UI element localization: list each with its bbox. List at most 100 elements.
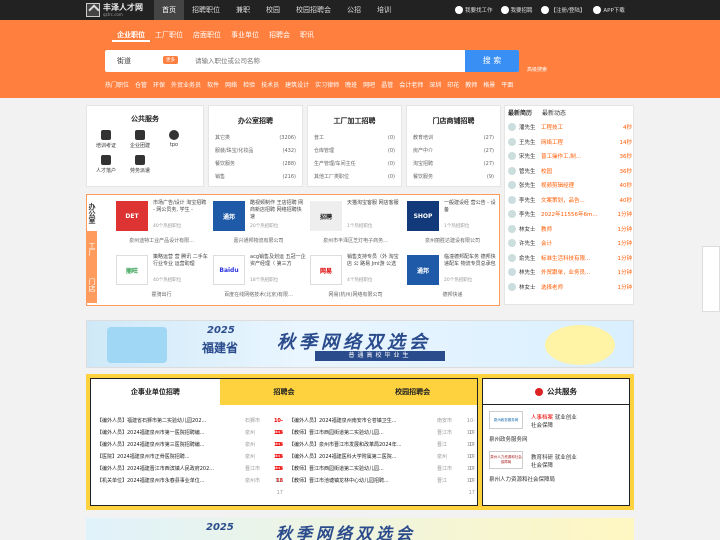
job-category-row[interactable]: 仓库管理 (0) (308, 145, 401, 158)
nav-jobs[interactable]: 招聘职位 (184, 0, 228, 20)
company-card[interactable]: DET 市场广告/设计 淘宝招聘 - 网公员务, 学生 - 40个热招职位 泉州… (113, 197, 210, 249)
job-category-row[interactable]: 餐饮服务 (9) (407, 171, 500, 184)
list-item[interactable]: 【机关单位】2024福建泉州市永春县事业单位... 泉州市 10-17 (97, 475, 283, 496)
tab-latest-resumes[interactable]: 最新简历 (508, 108, 532, 117)
recruit-link[interactable]: 我要招聘 (500, 6, 533, 14)
public-service-item[interactable]: 泉州政务服务网 人事档案 就业创业 社会保障 泉州政务服务网 (489, 411, 625, 445)
tab-store-jobs[interactable]: 店面职位 (188, 30, 226, 42)
nav-parttime[interactable]: 兼职 (228, 0, 258, 20)
list-item[interactable]: 【教师】晋江市池塘镇龙林中心幼儿园招聘... 晋江 10-17 (289, 475, 475, 496)
nav-training[interactable]: 培训 (369, 0, 399, 20)
search-button[interactable]: 搜 索 (465, 50, 519, 72)
list-item[interactable]: 【编外人员】2024福建泉州市第一医院招聘编... 泉州 10-18 (97, 427, 283, 448)
service-tpo[interactable]: tpo (157, 130, 191, 149)
vtab-office[interactable]: 办公室 (87, 195, 97, 231)
list-item[interactable]: 【编外人员】2024福建晋江市西滨镇人民政府202... 晋江市 10-18 (97, 463, 283, 484)
company-card[interactable]: 招聘 天猫淘宝客服 网店客服 1个热招职位 泉州市丰泽区芝灯电子商务... (307, 197, 404, 249)
bottom-banner[interactable]: 2025 秋季网络双选会 (86, 518, 634, 540)
resume-row[interactable]: 林女士 教师 1分钟 (508, 222, 632, 237)
public-service-item[interactable]: 泉州人力资源和社会保障局 教育科研 就业创业 社会保障 泉州人力资源和社会保障局 (489, 451, 625, 485)
company-card[interactable]: 通邦 临潼德邦配车务 德邦快递配车 物流专员总承包 20个热招职位 德邦快递 (404, 251, 501, 303)
tab-job-fair[interactable]: 招聘会 (264, 30, 295, 42)
login-link[interactable]: 【注册/登陆】 (540, 6, 585, 14)
resume-row[interactable]: 管先生 校园 36秒 (508, 164, 632, 179)
hot-keyword[interactable]: 检验 (243, 80, 255, 89)
find-job-link[interactable]: 我要找工作 (455, 6, 493, 14)
tab-news[interactable]: 职讯 (295, 30, 319, 42)
company-card[interactable]: SHOP 一般建设经 营公告 - 设备 1个热招职位 泉州丽胜达建设有限公司 (404, 197, 501, 249)
nav-home[interactable]: 首页 (154, 0, 184, 20)
hot-keyword[interactable]: 外贸业务员 (171, 80, 201, 89)
list-item[interactable]: 【编外人员】福建省石狮市第二实验幼儿园202... 石狮市 10-18 (97, 415, 283, 436)
job-category-row[interactable]: 餐饮服务 (288) (209, 158, 302, 171)
job-category-row[interactable]: 教育培训 (27) (407, 132, 500, 145)
list-item[interactable]: 【编外人员】2024福建泉州南安市仑苍镇卫生... 南安市 10-17 (289, 415, 475, 436)
resume-row[interactable]: 宋先生 普工操作工,制... 36秒 (508, 149, 632, 164)
list-item[interactable]: 【编外人员】泉州市晋江市发展和改革局2024年... 晋江 10-17 (289, 439, 475, 460)
tab-public-institution[interactable]: 事业单位 (226, 30, 264, 42)
job-category-row[interactable]: 销售 (216) (209, 171, 302, 184)
tab-campus-fairs[interactable]: 校园招聘会 (348, 379, 478, 405)
resume-row[interactable]: 俞先生 标准生活科技有限... 1分钟 (508, 251, 632, 266)
city-select[interactable]: 街道 (117, 56, 131, 66)
service-team[interactable]: 企业团建 (123, 130, 157, 149)
tab-institution-jobs[interactable]: 企事业单位招聘 (91, 379, 220, 405)
hot-keyword[interactable]: 网络 (225, 80, 237, 89)
resume-row[interactable]: 李先生 文案策划，品告... 40秒 (508, 193, 632, 208)
resume-row[interactable]: 林女士 选择老师 1分钟 (508, 280, 632, 295)
app-download-link[interactable]: APP下载 (593, 6, 625, 14)
hot-keyword[interactable]: 软件 (207, 80, 219, 89)
hot-keyword[interactable]: 会计老师 (399, 80, 423, 89)
resume-row[interactable]: 王先生 网络工程 14秒 (508, 135, 632, 150)
hot-keyword[interactable]: 晶管 (381, 80, 393, 89)
hot-keyword[interactable]: 仓管 (135, 80, 147, 89)
company-card[interactable]: 网易 销售支持专员（外 淘宝店 公 路易 Jmi游 公选 4个热招职位 网易(杭… (307, 251, 404, 303)
site-logo[interactable]: 丰泽人才网 qztrc.com (86, 2, 143, 18)
hot-keyword[interactable]: 格景 (483, 80, 495, 89)
job-category-row[interactable]: 房产中介 (27) (407, 145, 500, 158)
job-category-row[interactable]: 淘宝招聘 (27) (407, 158, 500, 171)
tab-job-fairs[interactable]: 招聘会 (219, 379, 349, 405)
hot-keyword[interactable]: 平面 (501, 80, 513, 89)
hot-keyword[interactable]: 印花 (447, 80, 459, 89)
tab-enterprise-jobs[interactable]: 企业职位 (112, 30, 150, 42)
company-card[interactable]: 通邦 酷视频制作 王店招聘 网商新店招聘 网络招聘快速 20个热招职位 嘉兴通邦… (210, 197, 307, 249)
hot-keyword[interactable]: 建筑设计 (285, 80, 309, 89)
job-category-row[interactable]: 普工 (0) (308, 132, 401, 145)
hot-keyword[interactable]: 技术员 (261, 80, 279, 89)
search-input[interactable] (195, 53, 465, 69)
hot-keyword[interactable]: 深圳 (429, 80, 441, 89)
more-badge[interactable]: 更多 (163, 56, 178, 64)
list-item[interactable]: 【教师】晋江市西园街道第二实验幼儿园... 晋江市 10-17 (289, 463, 475, 484)
advanced-search-link[interactable]: 高级搜索 (527, 66, 547, 73)
job-category-row[interactable]: 服装/珠宝/化妆品 (432) (209, 145, 302, 158)
vtab-store[interactable]: 门店 (87, 267, 97, 303)
company-card[interactable]: Baidu acg销售及划运 五冠一企 资产经理（ 第三方 18个热招职位 百度… (210, 251, 307, 303)
tab-factory-jobs[interactable]: 工厂职位 (150, 30, 188, 42)
hot-keyword[interactable]: 晚班 (345, 80, 357, 89)
service-training[interactable]: 培训考证 (89, 130, 123, 149)
nav-campus[interactable]: 校园 (258, 0, 288, 20)
hot-keyword[interactable]: 热门职位 (105, 80, 129, 89)
hot-keyword[interactable]: 教师 (465, 80, 477, 89)
hot-keyword[interactable]: 环保 (153, 80, 165, 89)
hot-keyword[interactable]: 实习律师 (315, 80, 339, 89)
job-fair-banner[interactable]: 2025 福建省 秋季网络双选会 普通高校毕业生 (86, 320, 634, 368)
nav-public[interactable]: 公招 (339, 0, 369, 20)
nav-campus-fair[interactable]: 校园招聘会 (288, 0, 339, 20)
list-item[interactable]: 【编外人员】2024福建泉州市第三医院招聘编... 泉州 10-18 (97, 439, 283, 460)
service-dispatch[interactable]: 劳务派遣 (123, 155, 157, 174)
resume-row[interactable]: 潘先生 工程技工 4秒 (508, 120, 632, 135)
tab-latest-news[interactable]: 最新动态 (542, 108, 566, 117)
floating-sidebar[interactable] (702, 246, 720, 312)
vtab-factory[interactable]: 工厂 (87, 231, 97, 267)
resume-row[interactable]: 许先生 会计 1分钟 (508, 236, 632, 251)
resume-row[interactable]: 张先生 视频剪辑经理 40秒 (508, 178, 632, 193)
job-category-row[interactable]: 其他工厂类职位 (0) (308, 171, 401, 184)
resume-row[interactable]: 李先生 2022年11556年6m... 1分钟 (508, 207, 632, 222)
hot-keyword[interactable]: 网吧 (363, 80, 375, 89)
list-item[interactable]: 【医院】2024福建泉州市正骨医院招聘... 泉州 10-18 (97, 451, 283, 472)
company-card[interactable]: 丽旺 策略运营 营 腾讯 二手车 行业专业 运营助理 40个热招职位 霍骑出行 (113, 251, 210, 303)
job-category-row[interactable]: 生产管理/车间主任 (0) (308, 158, 401, 171)
job-category-row[interactable]: 其它类 (3206) (209, 132, 302, 145)
